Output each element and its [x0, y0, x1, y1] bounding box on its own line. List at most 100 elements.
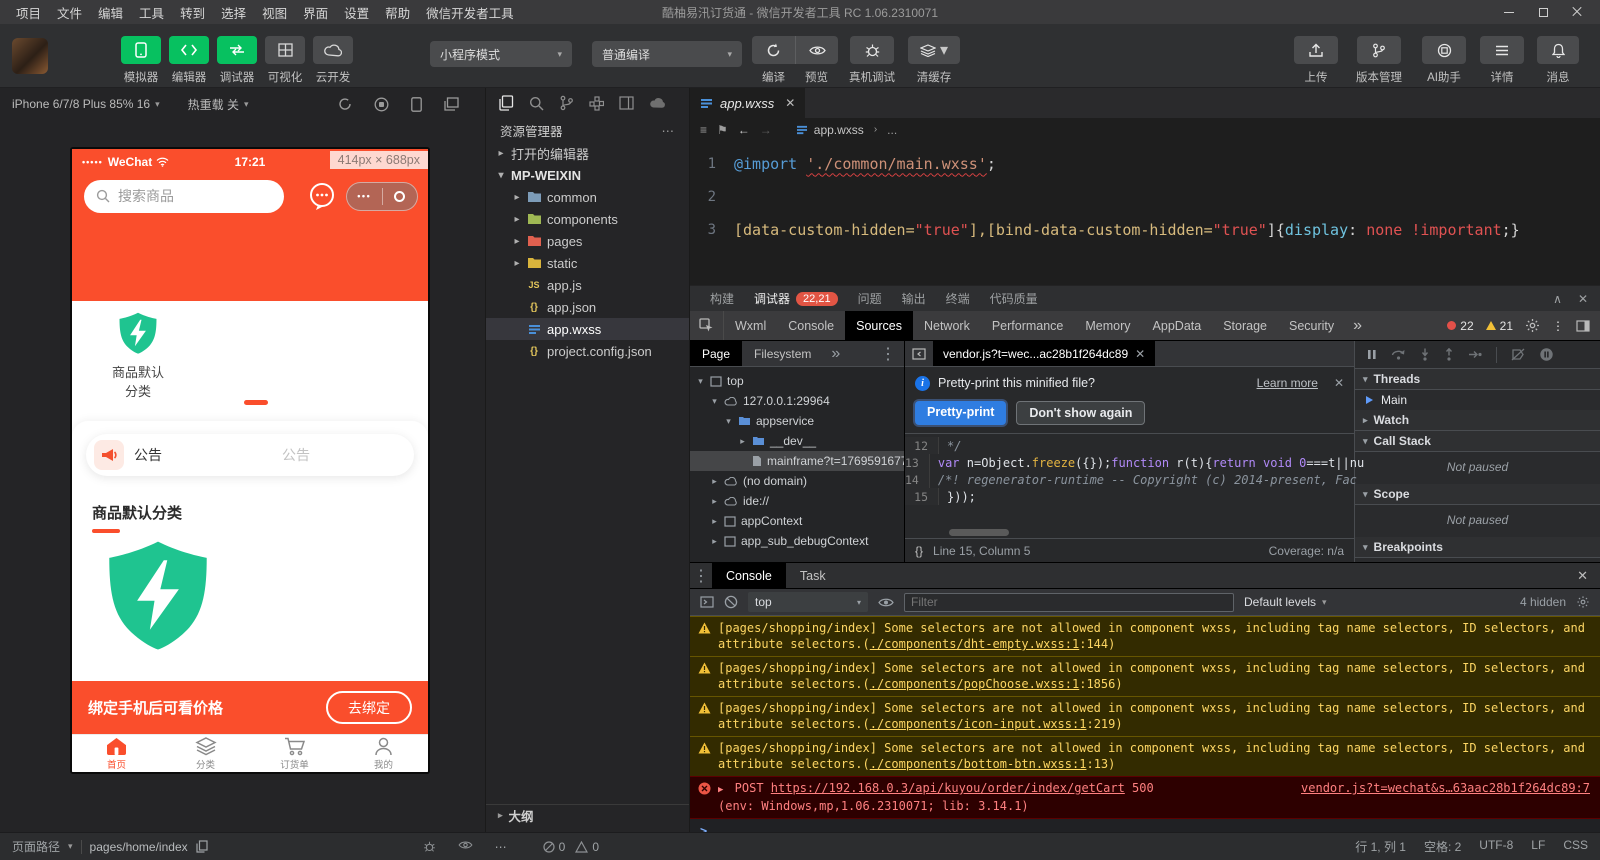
visual-toggle-button[interactable]: 可视化 — [262, 36, 308, 85]
multi-window-icon[interactable] — [444, 96, 459, 112]
collapse-panel-icon[interactable]: ∧ — [1553, 292, 1562, 306]
more-tabs-icon[interactable]: » — [1345, 311, 1370, 340]
breakpoints-section[interactable]: ▾ Breakpoints — [1355, 537, 1600, 558]
drawer-tab-task[interactable]: Task — [786, 563, 840, 588]
menu-settings[interactable]: 设置 — [336, 3, 377, 22]
pretty-print-button[interactable]: Pretty-print — [915, 401, 1007, 425]
search-icon[interactable] — [529, 96, 544, 111]
console-warning-4[interactable]: [pages/shopping/index] Some selectors ar… — [690, 736, 1600, 776]
toggle-navigator-icon[interactable] — [905, 341, 933, 366]
capsule-more-button[interactable]: ••• — [347, 191, 382, 201]
file-mainframe[interactable]: mainframe?t=1769591677 — [690, 451, 904, 471]
category-item[interactable]: 商品默认 分类 — [92, 311, 184, 401]
step-over-icon[interactable] — [1391, 349, 1406, 360]
current-page-path[interactable]: pages/home/index — [90, 840, 188, 854]
source-file-tab[interactable]: vendor.js?t=wec...ac28b1f264dc89 ✕ — [933, 341, 1156, 366]
navigator-menu-icon[interactable]: ⋮ — [872, 341, 904, 366]
device-debug-button[interactable]: 真机调试 — [846, 36, 898, 85]
compile-mode-select[interactable]: 普通编译 ▾ — [592, 41, 742, 67]
status-error-count[interactable]: 0 — [543, 840, 565, 854]
pause-on-exceptions-icon[interactable] — [1539, 347, 1554, 362]
outline-section[interactable]: ▸ 大纲 — [486, 804, 689, 826]
menu-goto[interactable]: 转到 — [172, 3, 213, 22]
maximize-button[interactable] — [1528, 2, 1558, 22]
threads-section[interactable]: ▾ Threads — [1355, 369, 1600, 390]
devtools-tab-performance[interactable]: Performance — [981, 311, 1075, 340]
page-path-selector[interactable]: 页面路径 — [12, 838, 60, 855]
deactivate-breakpoints-icon[interactable] — [1511, 348, 1525, 361]
tab-problems[interactable]: 问题 — [850, 290, 890, 307]
navigator-tab-page[interactable]: Page — [690, 341, 743, 366]
clear-cache-button[interactable]: ▾ 清缓存 — [906, 36, 962, 85]
folder-dev[interactable]: ▸ __dev__ — [690, 431, 904, 451]
devtools-tab-console[interactable]: Console — [777, 311, 845, 340]
watch-eye-icon[interactable] — [458, 840, 473, 854]
clear-console-icon[interactable] — [724, 595, 738, 609]
close-tab-icon[interactable]: ✕ — [785, 96, 795, 110]
folder-pages[interactable]: ▸ pages — [486, 230, 689, 252]
messages-button[interactable]: 消息 — [1536, 36, 1580, 85]
more-icon[interactable]: ⋯ — [495, 840, 507, 854]
pause-script-icon[interactable] — [1367, 349, 1377, 360]
step-out-icon[interactable] — [1444, 348, 1454, 361]
thread-main[interactable]: Main — [1355, 390, 1600, 410]
avatar[interactable] — [12, 38, 48, 74]
menu-view[interactable]: 视图 — [254, 3, 295, 22]
devtools-menu-icon[interactable]: ⋮ — [1552, 319, 1564, 333]
tab-home[interactable]: 首页 — [72, 735, 161, 772]
phone-frame-icon[interactable] — [411, 96, 422, 112]
menu-select[interactable]: 选择 — [213, 3, 254, 22]
breadcrumb-file[interactable]: app.wxss — [814, 123, 864, 137]
folder-components[interactable]: ▸ components — [486, 208, 689, 230]
devtools-tab-appdata[interactable]: AppData — [1142, 311, 1213, 340]
devtools-tab-wxml[interactable]: Wxml — [724, 311, 777, 340]
tab-categories[interactable]: 分类 — [161, 735, 250, 772]
language-mode[interactable]: CSS — [1563, 838, 1588, 855]
devtools-tab-memory[interactable]: Memory — [1074, 311, 1141, 340]
go-bind-button[interactable]: 去绑定 — [326, 691, 412, 724]
menu-devtools[interactable]: 微信开发者工具 — [418, 3, 522, 22]
mode-select[interactable]: 小程序模式 ▾ — [430, 41, 572, 67]
console-warning-1[interactable]: [pages/shopping/index] Some selectors ar… — [690, 616, 1600, 656]
console-filter-input[interactable] — [904, 592, 1234, 612]
more-tabs-icon[interactable]: » — [823, 341, 848, 366]
menu-file[interactable]: 文件 — [49, 3, 90, 22]
request-url-link[interactable]: https://192.168.0.3/api/kuyou/order/inde… — [771, 781, 1125, 795]
drawer-menu-icon[interactable]: ⋮ — [690, 563, 712, 588]
wxss-source-link[interactable]: ./components/dht-empty.wxss:1 — [870, 637, 1080, 651]
error-source-link[interactable]: vendor.js?t=wechat&s…63aac28b1f264dc89:7 — [1301, 780, 1590, 796]
capsule-close-button[interactable] — [383, 190, 418, 202]
ai-assistant-button[interactable]: AI助手 — [1418, 36, 1470, 85]
error-count[interactable]: 22 — [1447, 319, 1474, 333]
origin-localhost[interactable]: ▾ 127.0.0.1:29964 — [690, 391, 904, 411]
close-panel-icon[interactable]: ✕ — [1578, 292, 1588, 306]
tab-order-form[interactable]: 订货单 — [250, 735, 339, 772]
inspect-element-icon[interactable] — [690, 311, 724, 340]
call-stack-section[interactable]: ▾ Call Stack — [1355, 431, 1600, 452]
editor-toggle-button[interactable]: 编辑器 — [166, 36, 212, 85]
source-control-icon[interactable] — [559, 95, 574, 111]
tab-code-quality[interactable]: 代码质量 — [982, 290, 1046, 307]
hot-reload-toggle[interactable]: 热重载 关 ▾ — [188, 96, 249, 113]
debugger-toggle-button[interactable]: 调试器 — [214, 36, 260, 85]
indentation[interactable]: 空格: 2 — [1424, 838, 1461, 855]
frame-top[interactable]: ▾ top — [690, 371, 904, 391]
learn-more-link[interactable]: Learn more — [1257, 376, 1318, 390]
origin-no-domain[interactable]: ▸ (no domain) — [690, 471, 904, 491]
braces-icon[interactable]: {} — [915, 544, 923, 558]
dock-side-icon[interactable] — [1576, 319, 1590, 332]
encoding[interactable]: UTF-8 — [1479, 838, 1513, 855]
folder-appservice[interactable]: ▾ appservice — [690, 411, 904, 431]
debug-icon[interactable] — [423, 840, 436, 854]
scope-section[interactable]: ▾ Scope — [1355, 484, 1600, 505]
devtools-settings-icon[interactable] — [1525, 318, 1540, 333]
cloud-tools-icon[interactable] — [649, 97, 666, 109]
project-root[interactable]: ▾ MP-WEIXIN — [486, 164, 689, 186]
menu-help[interactable]: 帮助 — [377, 3, 418, 22]
devtools-tab-security[interactable]: Security — [1278, 311, 1345, 340]
console-sidebar-icon[interactable] — [700, 596, 714, 608]
horizontal-scrollbar[interactable] — [949, 529, 1009, 536]
upload-button[interactable]: 上传 — [1292, 36, 1340, 85]
folder-static[interactable]: ▸ static — [486, 252, 689, 274]
devtools-tab-sources[interactable]: Sources — [845, 311, 913, 340]
